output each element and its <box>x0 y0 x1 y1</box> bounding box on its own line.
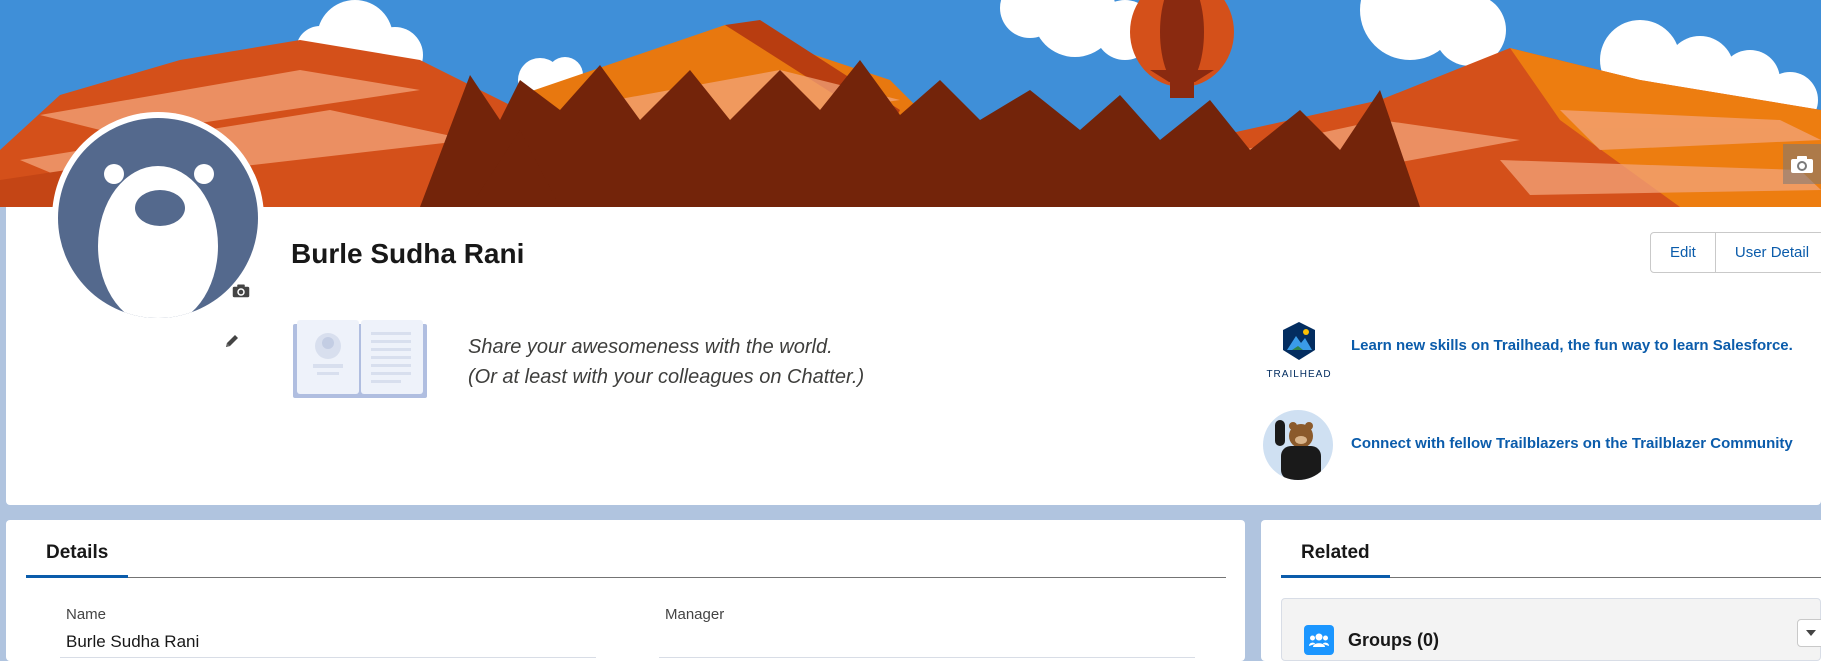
name-field-value: Burle Sudha Rani <box>66 632 200 651</box>
open-book-icon <box>293 320 427 398</box>
groups-icon <box>1309 633 1329 647</box>
details-tabbar: Details <box>26 520 1226 578</box>
trailhead-logo: TRAILHEAD <box>1263 320 1335 380</box>
default-avatar-icon <box>98 164 218 318</box>
related-panel: Related Groups (0) <box>1261 520 1821 661</box>
groups-list-menu-button[interactable] <box>1797 619 1821 647</box>
manager-field-divider <box>659 657 1195 658</box>
avatar-edit-button[interactable] <box>223 332 241 355</box>
profile-header-card <box>6 207 1821 505</box>
groups-icon-tile <box>1304 625 1334 655</box>
tagline-line-2: (Or at least with your colleagues on Cha… <box>468 366 865 388</box>
trailhead-logo-text: TRAILHEAD <box>1266 369 1332 380</box>
tab-details[interactable]: Details <box>26 542 129 578</box>
header-actions: Edit User Detail <box>1650 232 1821 273</box>
user-detail-button[interactable]: User Detail <box>1714 233 1821 272</box>
trailblazer-community-link[interactable]: Connect with fellow Trailblazers on the … <box>1351 435 1793 452</box>
camera-icon <box>1791 156 1813 173</box>
manager-field-label: Manager <box>665 606 725 623</box>
pencil-icon <box>226 335 238 347</box>
page-title: Burle Sudha Rani <box>291 238 525 269</box>
trailhead-learn-link[interactable]: Learn new skills on Trailhead, the fun w… <box>1351 337 1793 354</box>
profile-banner <box>0 0 1821 207</box>
about-me-illustration <box>291 318 429 405</box>
banner-illustration <box>0 0 1821 207</box>
tab-related[interactable]: Related <box>1281 542 1390 578</box>
groups-related-list: Groups (0) <box>1281 598 1821 661</box>
related-tabbar: Related <box>1281 520 1821 578</box>
name-field-divider <box>60 657 596 658</box>
chevron-down-icon <box>1806 630 1816 636</box>
details-panel: Details Name Burle Sudha Rani Manager <box>6 520 1245 661</box>
camera-icon <box>232 284 250 298</box>
about-me-prompt[interactable]: Share your awesomeness with the world. (… <box>468 332 864 392</box>
edit-button[interactable]: Edit <box>1651 233 1715 272</box>
groups-list-title[interactable]: Groups (0) <box>1348 630 1439 651</box>
banner-camera-button[interactable] <box>1783 144 1821 184</box>
trailblazer-bear-avatar <box>1263 410 1333 480</box>
trailhead-mountain-icon <box>1283 322 1315 360</box>
bear-mascot-icon <box>1275 420 1321 480</box>
name-field-label: Name <box>66 606 107 623</box>
tagline-line-1: Share your awesomeness with the world. <box>468 336 833 358</box>
avatar-camera-button[interactable] <box>232 283 250 303</box>
